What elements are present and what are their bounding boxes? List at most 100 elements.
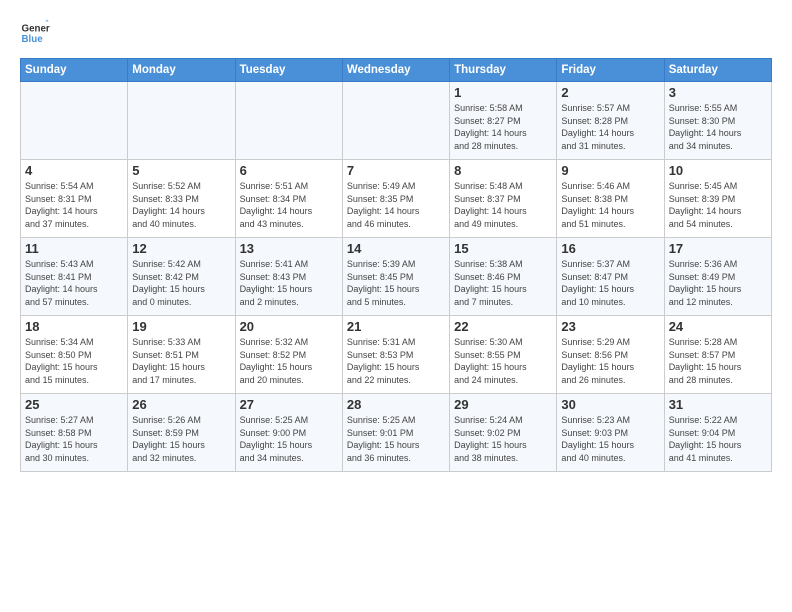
day-info: Sunrise: 5:24 AM Sunset: 9:02 PM Dayligh…: [454, 415, 527, 463]
calendar-cell: 9 Sunrise: 5:46 AM Sunset: 8:38 PM Daylig…: [557, 160, 664, 238]
calendar-cell: 2 Sunrise: 5:57 AM Sunset: 8:28 PM Daylig…: [557, 82, 664, 160]
day-number: 6: [240, 163, 338, 178]
day-info: Sunrise: 5:51 AM Sunset: 8:34 PM Dayligh…: [240, 181, 313, 229]
calendar-cell: 20 Sunrise: 5:32 AM Sunset: 8:52 PM Dayli…: [235, 316, 342, 394]
day-info: Sunrise: 5:58 AM Sunset: 8:27 PM Dayligh…: [454, 103, 527, 151]
day-info: Sunrise: 5:34 AM Sunset: 8:50 PM Dayligh…: [25, 337, 98, 385]
calendar-cell: 14 Sunrise: 5:39 AM Sunset: 8:45 PM Dayli…: [342, 238, 449, 316]
day-info: Sunrise: 5:37 AM Sunset: 8:47 PM Dayligh…: [561, 259, 634, 307]
weekday-header: Wednesday: [342, 59, 449, 82]
calendar-cell: 31 Sunrise: 5:22 AM Sunset: 9:04 PM Dayli…: [664, 394, 771, 472]
calendar-cell: 28 Sunrise: 5:25 AM Sunset: 9:01 PM Dayli…: [342, 394, 449, 472]
day-info: Sunrise: 5:25 AM Sunset: 9:00 PM Dayligh…: [240, 415, 313, 463]
calendar-cell: 23 Sunrise: 5:29 AM Sunset: 8:56 PM Dayli…: [557, 316, 664, 394]
day-info: Sunrise: 5:29 AM Sunset: 8:56 PM Dayligh…: [561, 337, 634, 385]
day-number: 1: [454, 85, 552, 100]
calendar-cell: 18 Sunrise: 5:34 AM Sunset: 8:50 PM Dayli…: [21, 316, 128, 394]
logo: General Blue: [20, 18, 54, 48]
calendar-cell: [342, 82, 449, 160]
day-number: 16: [561, 241, 659, 256]
calendar-cell: [128, 82, 235, 160]
calendar-cell: 30 Sunrise: 5:23 AM Sunset: 9:03 PM Dayli…: [557, 394, 664, 472]
day-info: Sunrise: 5:39 AM Sunset: 8:45 PM Dayligh…: [347, 259, 420, 307]
day-number: 10: [669, 163, 767, 178]
weekday-header: Monday: [128, 59, 235, 82]
svg-text:General: General: [22, 24, 51, 35]
day-number: 5: [132, 163, 230, 178]
day-info: Sunrise: 5:46 AM Sunset: 8:38 PM Dayligh…: [561, 181, 634, 229]
day-number: 17: [669, 241, 767, 256]
day-number: 2: [561, 85, 659, 100]
calendar-cell: 11Sunrise: 5:43 AM Sunset: 8:41 PM Dayli…: [21, 238, 128, 316]
day-info: Sunrise: 5:23 AM Sunset: 9:03 PM Dayligh…: [561, 415, 634, 463]
calendar-cell: 25 Sunrise: 5:27 AM Sunset: 8:58 PM Dayli…: [21, 394, 128, 472]
day-number: 7: [347, 163, 445, 178]
day-info: Sunrise: 5:32 AM Sunset: 8:52 PM Dayligh…: [240, 337, 313, 385]
day-number: 13: [240, 241, 338, 256]
page-header: General Blue: [20, 18, 772, 48]
calendar-cell: [235, 82, 342, 160]
calendar-cell: 24 Sunrise: 5:28 AM Sunset: 8:57 PM Dayli…: [664, 316, 771, 394]
day-info: Sunrise: 5:28 AM Sunset: 8:57 PM Dayligh…: [669, 337, 742, 385]
calendar-cell: 7Sunrise: 5:49 AM Sunset: 8:35 PM Daylig…: [342, 160, 449, 238]
calendar-cell: 15Sunrise: 5:38 AM Sunset: 8:46 PM Dayli…: [450, 238, 557, 316]
calendar-cell: 26 Sunrise: 5:26 AM Sunset: 8:59 PM Dayli…: [128, 394, 235, 472]
weekday-header: Friday: [557, 59, 664, 82]
day-number: 24: [669, 319, 767, 334]
day-number: 31: [669, 397, 767, 412]
day-number: 14: [347, 241, 445, 256]
day-info: Sunrise: 5:57 AM Sunset: 8:28 PM Dayligh…: [561, 103, 634, 151]
day-number: 9: [561, 163, 659, 178]
logo-icon: General Blue: [20, 18, 50, 48]
day-number: 18: [25, 319, 123, 334]
day-number: 29: [454, 397, 552, 412]
day-number: 25: [25, 397, 123, 412]
day-number: 15: [454, 241, 552, 256]
day-number: 27: [240, 397, 338, 412]
calendar-cell: 1 Sunrise: 5:58 AM Sunset: 8:27 PM Daylig…: [450, 82, 557, 160]
calendar-cell: 17Sunrise: 5:36 AM Sunset: 8:49 PM Dayli…: [664, 238, 771, 316]
calendar-cell: 21 Sunrise: 5:31 AM Sunset: 8:53 PM Dayli…: [342, 316, 449, 394]
day-info: Sunrise: 5:30 AM Sunset: 8:55 PM Dayligh…: [454, 337, 527, 385]
calendar-cell: 13 Sunrise: 5:41 AM Sunset: 8:43 PM Dayli…: [235, 238, 342, 316]
day-info: Sunrise: 5:52 AM Sunset: 8:33 PM Dayligh…: [132, 181, 205, 229]
day-info: Sunrise: 5:43 AM Sunset: 8:41 PM Dayligh…: [25, 259, 98, 307]
day-number: 19: [132, 319, 230, 334]
day-number: 26: [132, 397, 230, 412]
day-info: Sunrise: 5:55 AM Sunset: 8:30 PM Dayligh…: [669, 103, 742, 151]
day-info: Sunrise: 5:31 AM Sunset: 8:53 PM Dayligh…: [347, 337, 420, 385]
calendar-cell: 5 Sunrise: 5:52 AM Sunset: 8:33 PM Daylig…: [128, 160, 235, 238]
calendar-cell: 22 Sunrise: 5:30 AM Sunset: 8:55 PM Dayli…: [450, 316, 557, 394]
calendar-cell: 3 Sunrise: 5:55 AM Sunset: 8:30 PM Daylig…: [664, 82, 771, 160]
day-number: 21: [347, 319, 445, 334]
day-info: Sunrise: 5:26 AM Sunset: 8:59 PM Dayligh…: [132, 415, 205, 463]
calendar-cell: 6 Sunrise: 5:51 AM Sunset: 8:34 PM Daylig…: [235, 160, 342, 238]
day-info: Sunrise: 5:48 AM Sunset: 8:37 PM Dayligh…: [454, 181, 527, 229]
calendar-cell: 27 Sunrise: 5:25 AM Sunset: 9:00 PM Dayli…: [235, 394, 342, 472]
weekday-header: Sunday: [21, 59, 128, 82]
day-number: 4: [25, 163, 123, 178]
day-info: Sunrise: 5:25 AM Sunset: 9:01 PM Dayligh…: [347, 415, 420, 463]
day-number: 3: [669, 85, 767, 100]
day-number: 20: [240, 319, 338, 334]
day-info: Sunrise: 5:54 AM Sunset: 8:31 PM Dayligh…: [25, 181, 98, 229]
calendar-cell: 12Sunrise: 5:42 AM Sunset: 8:42 PM Dayli…: [128, 238, 235, 316]
calendar-cell: 29 Sunrise: 5:24 AM Sunset: 9:02 PM Dayli…: [450, 394, 557, 472]
day-info: Sunrise: 5:22 AM Sunset: 9:04 PM Dayligh…: [669, 415, 742, 463]
day-number: 30: [561, 397, 659, 412]
day-number: 23: [561, 319, 659, 334]
day-info: Sunrise: 5:27 AM Sunset: 8:58 PM Dayligh…: [25, 415, 98, 463]
day-number: 8: [454, 163, 552, 178]
svg-text:Blue: Blue: [22, 34, 44, 45]
weekday-header: Saturday: [664, 59, 771, 82]
day-info: Sunrise: 5:41 AM Sunset: 8:43 PM Dayligh…: [240, 259, 313, 307]
calendar-cell: 4 Sunrise: 5:54 AM Sunset: 8:31 PM Daylig…: [21, 160, 128, 238]
calendar-cell: 19 Sunrise: 5:33 AM Sunset: 8:51 PM Dayli…: [128, 316, 235, 394]
day-info: Sunrise: 5:33 AM Sunset: 8:51 PM Dayligh…: [132, 337, 205, 385]
calendar-cell: [21, 82, 128, 160]
calendar-cell: 16 Sunrise: 5:37 AM Sunset: 8:47 PM Dayli…: [557, 238, 664, 316]
day-number: 28: [347, 397, 445, 412]
day-number: 12: [132, 241, 230, 256]
day-info: Sunrise: 5:45 AM Sunset: 8:39 PM Dayligh…: [669, 181, 742, 229]
day-number: 22: [454, 319, 552, 334]
